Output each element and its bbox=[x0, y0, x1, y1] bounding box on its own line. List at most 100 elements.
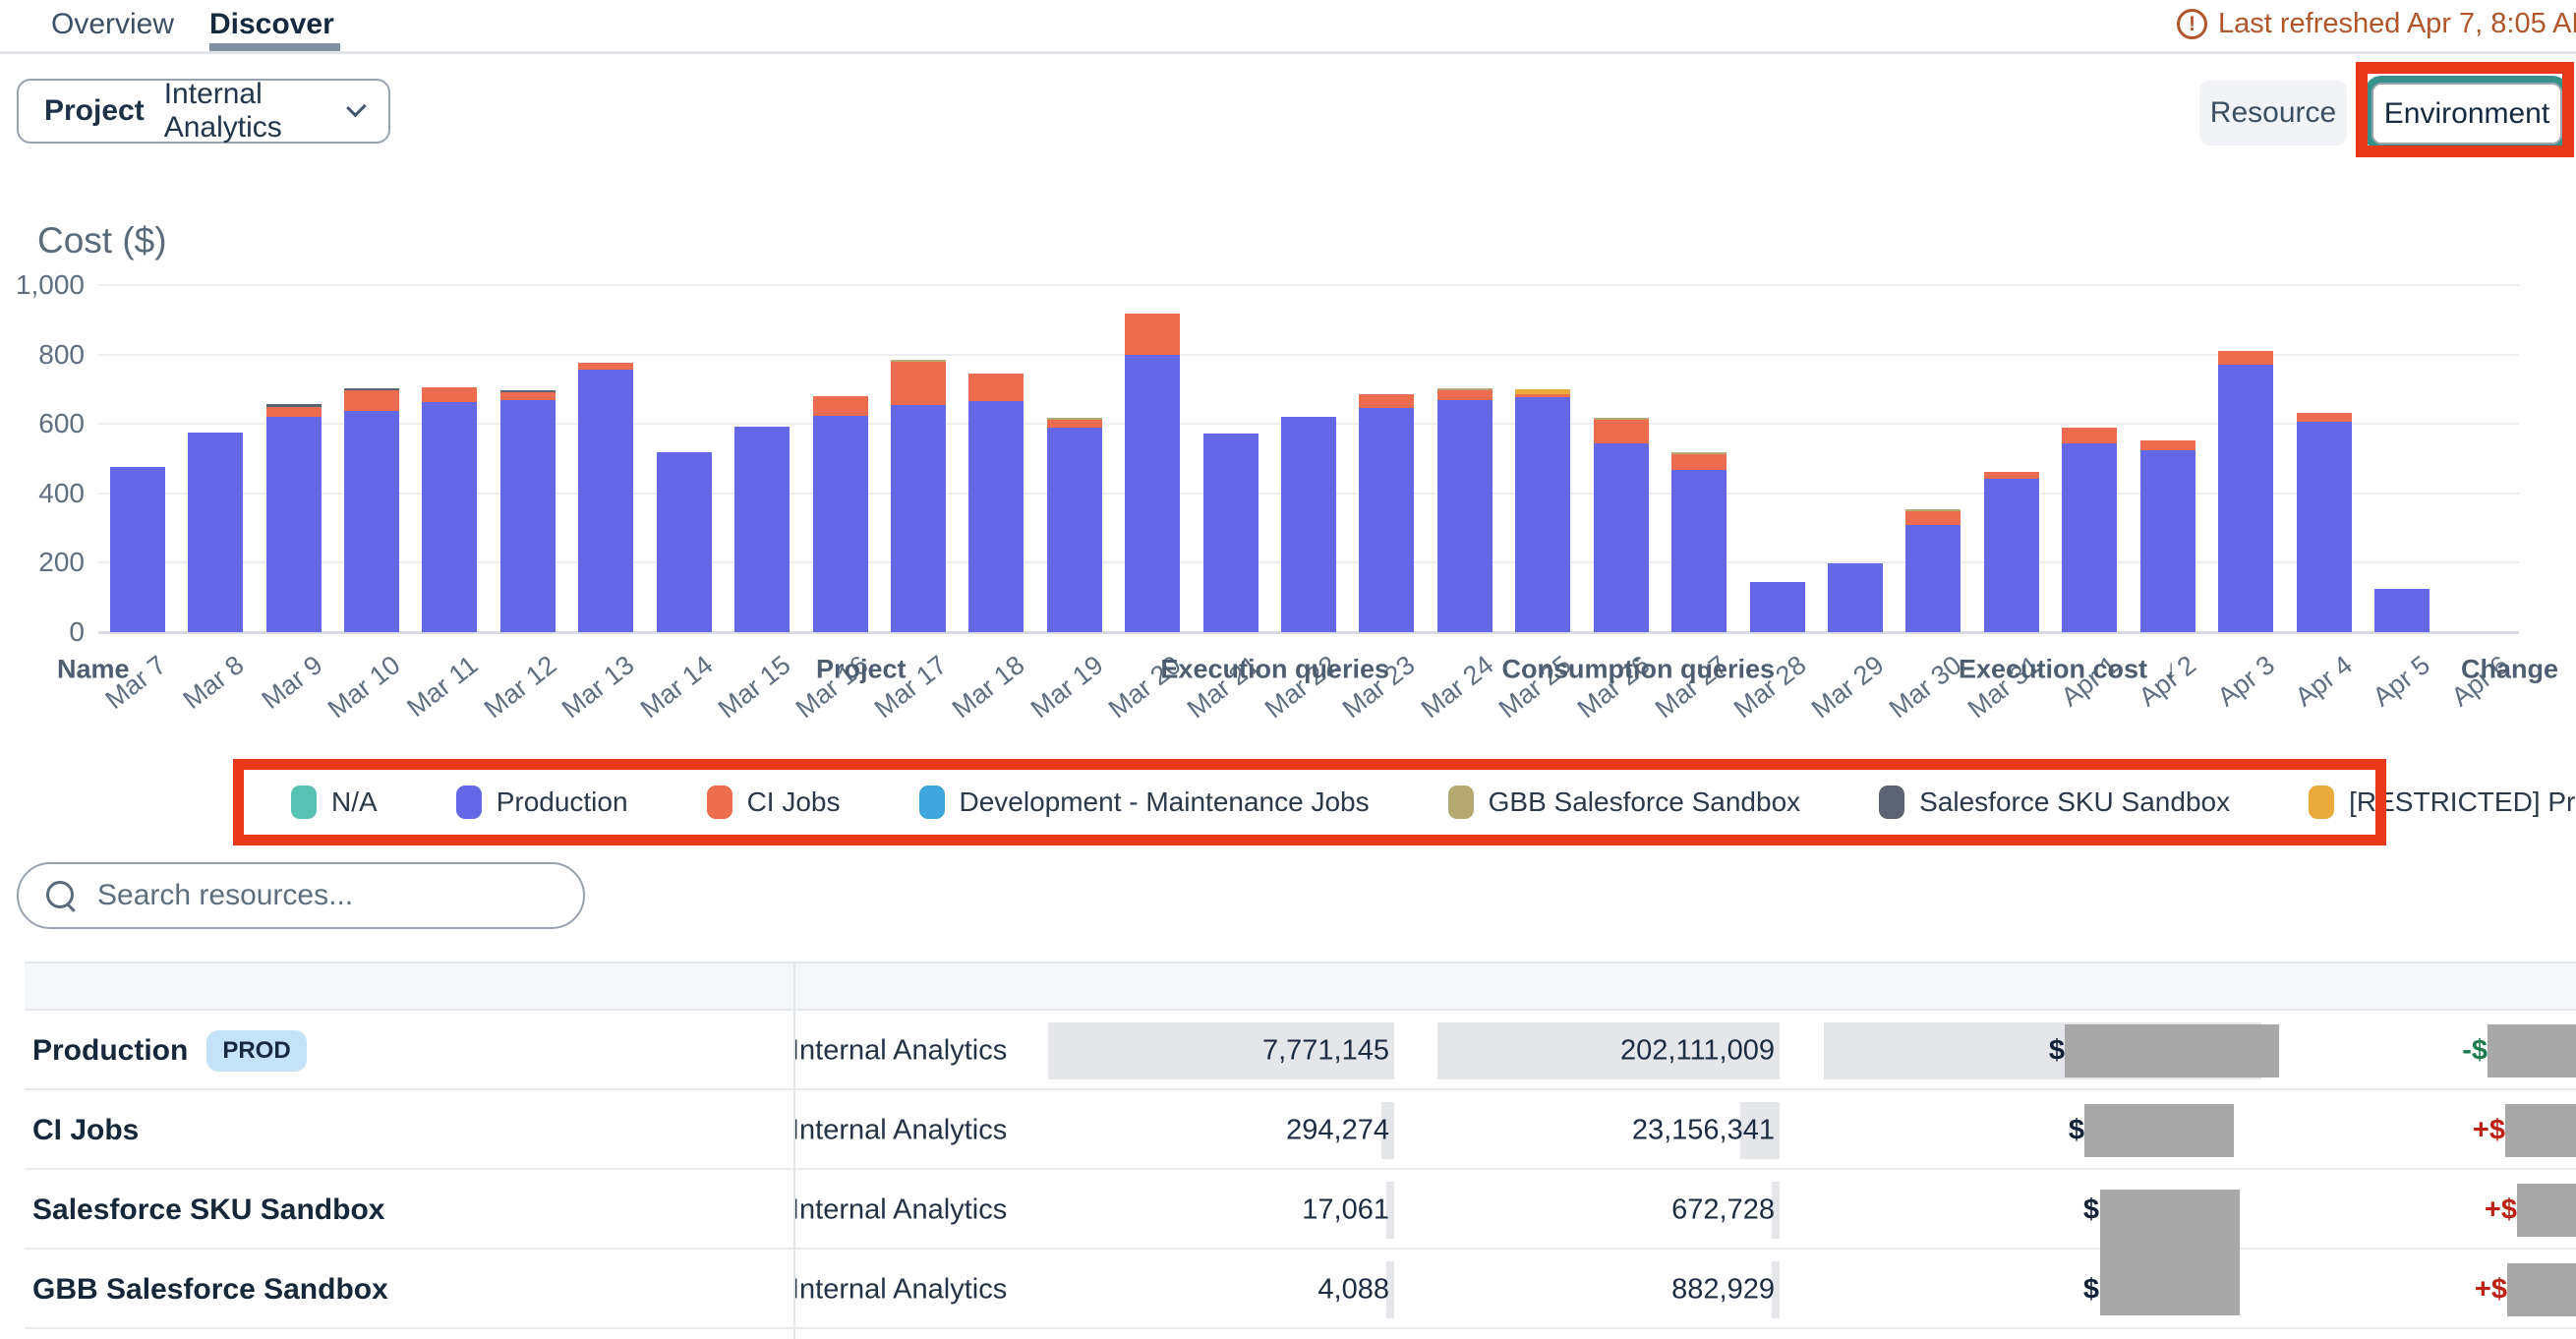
stacked-bar[interactable] bbox=[1437, 388, 1493, 632]
stacked-bar[interactable] bbox=[968, 374, 1024, 632]
consumption-queries-value: 202,111,009 bbox=[1620, 1034, 1775, 1067]
tab-discover[interactable]: Discover bbox=[209, 8, 334, 41]
y-tick-label: 600 bbox=[0, 408, 85, 439]
stacked-bar[interactable] bbox=[2062, 428, 2117, 632]
legend-swatch-icon bbox=[1879, 786, 1904, 819]
bar-slot: Mar 30 bbox=[1895, 285, 1972, 632]
stacked-bar[interactable] bbox=[657, 452, 712, 632]
project-select[interactable]: Project Internal Analytics bbox=[17, 79, 390, 144]
bar-segment bbox=[1750, 582, 1805, 632]
execution-cost-label: Execution cost bbox=[1959, 655, 2147, 684]
legend-item[interactable]: GBB Salesforce Sandbox bbox=[1448, 786, 1801, 819]
x-tick-label: Mar 12 bbox=[479, 650, 562, 725]
bar-segment bbox=[2062, 428, 2117, 443]
stacked-bar[interactable] bbox=[1359, 394, 1414, 632]
col-header-change[interactable]: Change bbox=[2461, 655, 2558, 685]
legend-swatch-icon bbox=[919, 786, 945, 819]
redacted-value bbox=[2100, 1190, 2240, 1315]
stacked-bar[interactable] bbox=[2297, 413, 2352, 632]
stacked-bar[interactable] bbox=[266, 404, 322, 632]
redacted-value bbox=[2507, 1263, 2576, 1316]
legend-label: CI Jobs bbox=[747, 786, 841, 818]
stacked-bar[interactable] bbox=[891, 360, 946, 632]
stacked-bar[interactable] bbox=[1594, 418, 1649, 632]
resource-name-cell[interactable]: Salesforce SKU Sandbox bbox=[32, 1193, 384, 1227]
change-prefix: +$ bbox=[2485, 1193, 2517, 1226]
stacked-bar[interactable] bbox=[2374, 589, 2430, 632]
legend-item[interactable]: [RESTRICTED] Prod XL -- Full-Refresh job… bbox=[2309, 786, 2576, 819]
legend-item[interactable]: CI Jobs bbox=[707, 786, 841, 819]
redacted-value bbox=[2488, 1024, 2576, 1077]
bar-segment bbox=[1905, 511, 1961, 525]
resource-name: CI Jobs bbox=[32, 1114, 139, 1147]
stacked-bar[interactable] bbox=[1671, 452, 1727, 632]
bar-slot: Mar 20 bbox=[1113, 285, 1191, 632]
stacked-bar[interactable] bbox=[1828, 563, 1883, 632]
stacked-bar[interactable] bbox=[1047, 418, 1102, 632]
bar-segment bbox=[344, 390, 399, 411]
bars: Mar 7Mar 8Mar 9Mar 10Mar 11Mar 12Mar 13M… bbox=[98, 285, 2519, 632]
stacked-bar[interactable] bbox=[2218, 351, 2273, 632]
stacked-bar[interactable] bbox=[1984, 472, 2039, 632]
x-tick-label: Mar 29 bbox=[1806, 650, 1890, 725]
col-header-execution-queries[interactable]: Execution queries bbox=[1160, 655, 1389, 685]
bar-segment bbox=[2297, 422, 2352, 632]
bar-slot: Mar 11 bbox=[411, 285, 489, 632]
col-header-consumption-queries[interactable]: Consumption queries bbox=[1501, 655, 1775, 685]
tab-overview[interactable]: Overview bbox=[51, 8, 174, 41]
bar-slot: Mar 8 bbox=[176, 285, 254, 632]
bar-segment bbox=[1437, 400, 1493, 632]
legend-item[interactable]: Production bbox=[456, 786, 628, 819]
sort-desc-icon: ↓ bbox=[2165, 655, 2179, 684]
stacked-bar[interactable] bbox=[2140, 440, 2195, 632]
chart-legend: N/A Production CI Jobs Development - Mainte… bbox=[244, 770, 2375, 835]
project-select-value: Internal Analytics bbox=[164, 78, 331, 145]
bar-segment bbox=[2140, 440, 2195, 450]
stacked-bar[interactable] bbox=[422, 387, 477, 632]
bar-segment bbox=[1828, 563, 1883, 632]
stacked-bar[interactable] bbox=[110, 467, 165, 632]
redacted-value bbox=[2065, 1024, 2279, 1077]
legend-item[interactable]: Development - Maintenance Jobs bbox=[919, 786, 1370, 819]
legend-item[interactable]: Salesforce SKU Sandbox bbox=[1879, 786, 2230, 819]
stacked-bar[interactable] bbox=[1750, 582, 1805, 632]
stacked-bar[interactable] bbox=[500, 390, 556, 632]
stacked-bar[interactable] bbox=[1203, 434, 1259, 632]
stacked-bar[interactable] bbox=[813, 396, 868, 632]
resource-toggle-button[interactable]: Resource bbox=[2199, 81, 2347, 146]
resource-name-cell[interactable]: ProductionPROD bbox=[32, 1030, 307, 1072]
stacked-bar[interactable] bbox=[734, 427, 790, 632]
col-header-execution-cost[interactable]: Execution cost ↓ bbox=[1959, 655, 2178, 685]
stacked-bar[interactable] bbox=[578, 363, 633, 632]
y-tick-label: 1,000 bbox=[0, 269, 85, 301]
bar-segment bbox=[1437, 390, 1493, 400]
change-prefix: +$ bbox=[2475, 1273, 2507, 1306]
stacked-bar[interactable] bbox=[1515, 389, 1570, 632]
last-refreshed-text: Last refreshed Apr 7, 8:05 AM PDT bbox=[2218, 8, 2576, 40]
x-tick-label: Mar 9 bbox=[256, 650, 327, 716]
bar-segment bbox=[188, 433, 243, 632]
bar-segment bbox=[1905, 525, 1961, 632]
resource-name: Salesforce SKU Sandbox bbox=[32, 1193, 384, 1227]
search-resources-input[interactable]: Search resources... bbox=[17, 862, 585, 929]
consumption-queries-value: 23,156,341 bbox=[1632, 1114, 1775, 1146]
stacked-bar[interactable] bbox=[1905, 509, 1961, 632]
legend-swatch-icon bbox=[456, 786, 482, 819]
environment-toggle-button[interactable]: Environment bbox=[2371, 83, 2562, 145]
bar-segment bbox=[657, 452, 712, 632]
resource-name-cell[interactable]: GBB Salesforce Sandbox bbox=[32, 1273, 388, 1307]
bar-segment bbox=[1671, 454, 1727, 470]
col-header-project[interactable]: Project bbox=[816, 655, 907, 685]
bar-slot: Mar 22 bbox=[1269, 285, 1347, 632]
stacked-bar[interactable] bbox=[1281, 417, 1336, 632]
stacked-bar[interactable] bbox=[344, 388, 399, 632]
stacked-bar[interactable] bbox=[188, 433, 243, 632]
legend-item[interactable]: N/A bbox=[291, 786, 378, 819]
col-header-name[interactable]: Name bbox=[57, 655, 130, 685]
bar-segment bbox=[1594, 420, 1649, 443]
legend-label: Salesforce SKU Sandbox bbox=[1919, 786, 2230, 818]
stacked-bar[interactable] bbox=[1125, 314, 1180, 632]
bar-segment bbox=[1984, 479, 2039, 632]
warning-icon: ! bbox=[2177, 9, 2207, 39]
resource-name-cell[interactable]: CI Jobs bbox=[32, 1114, 139, 1147]
